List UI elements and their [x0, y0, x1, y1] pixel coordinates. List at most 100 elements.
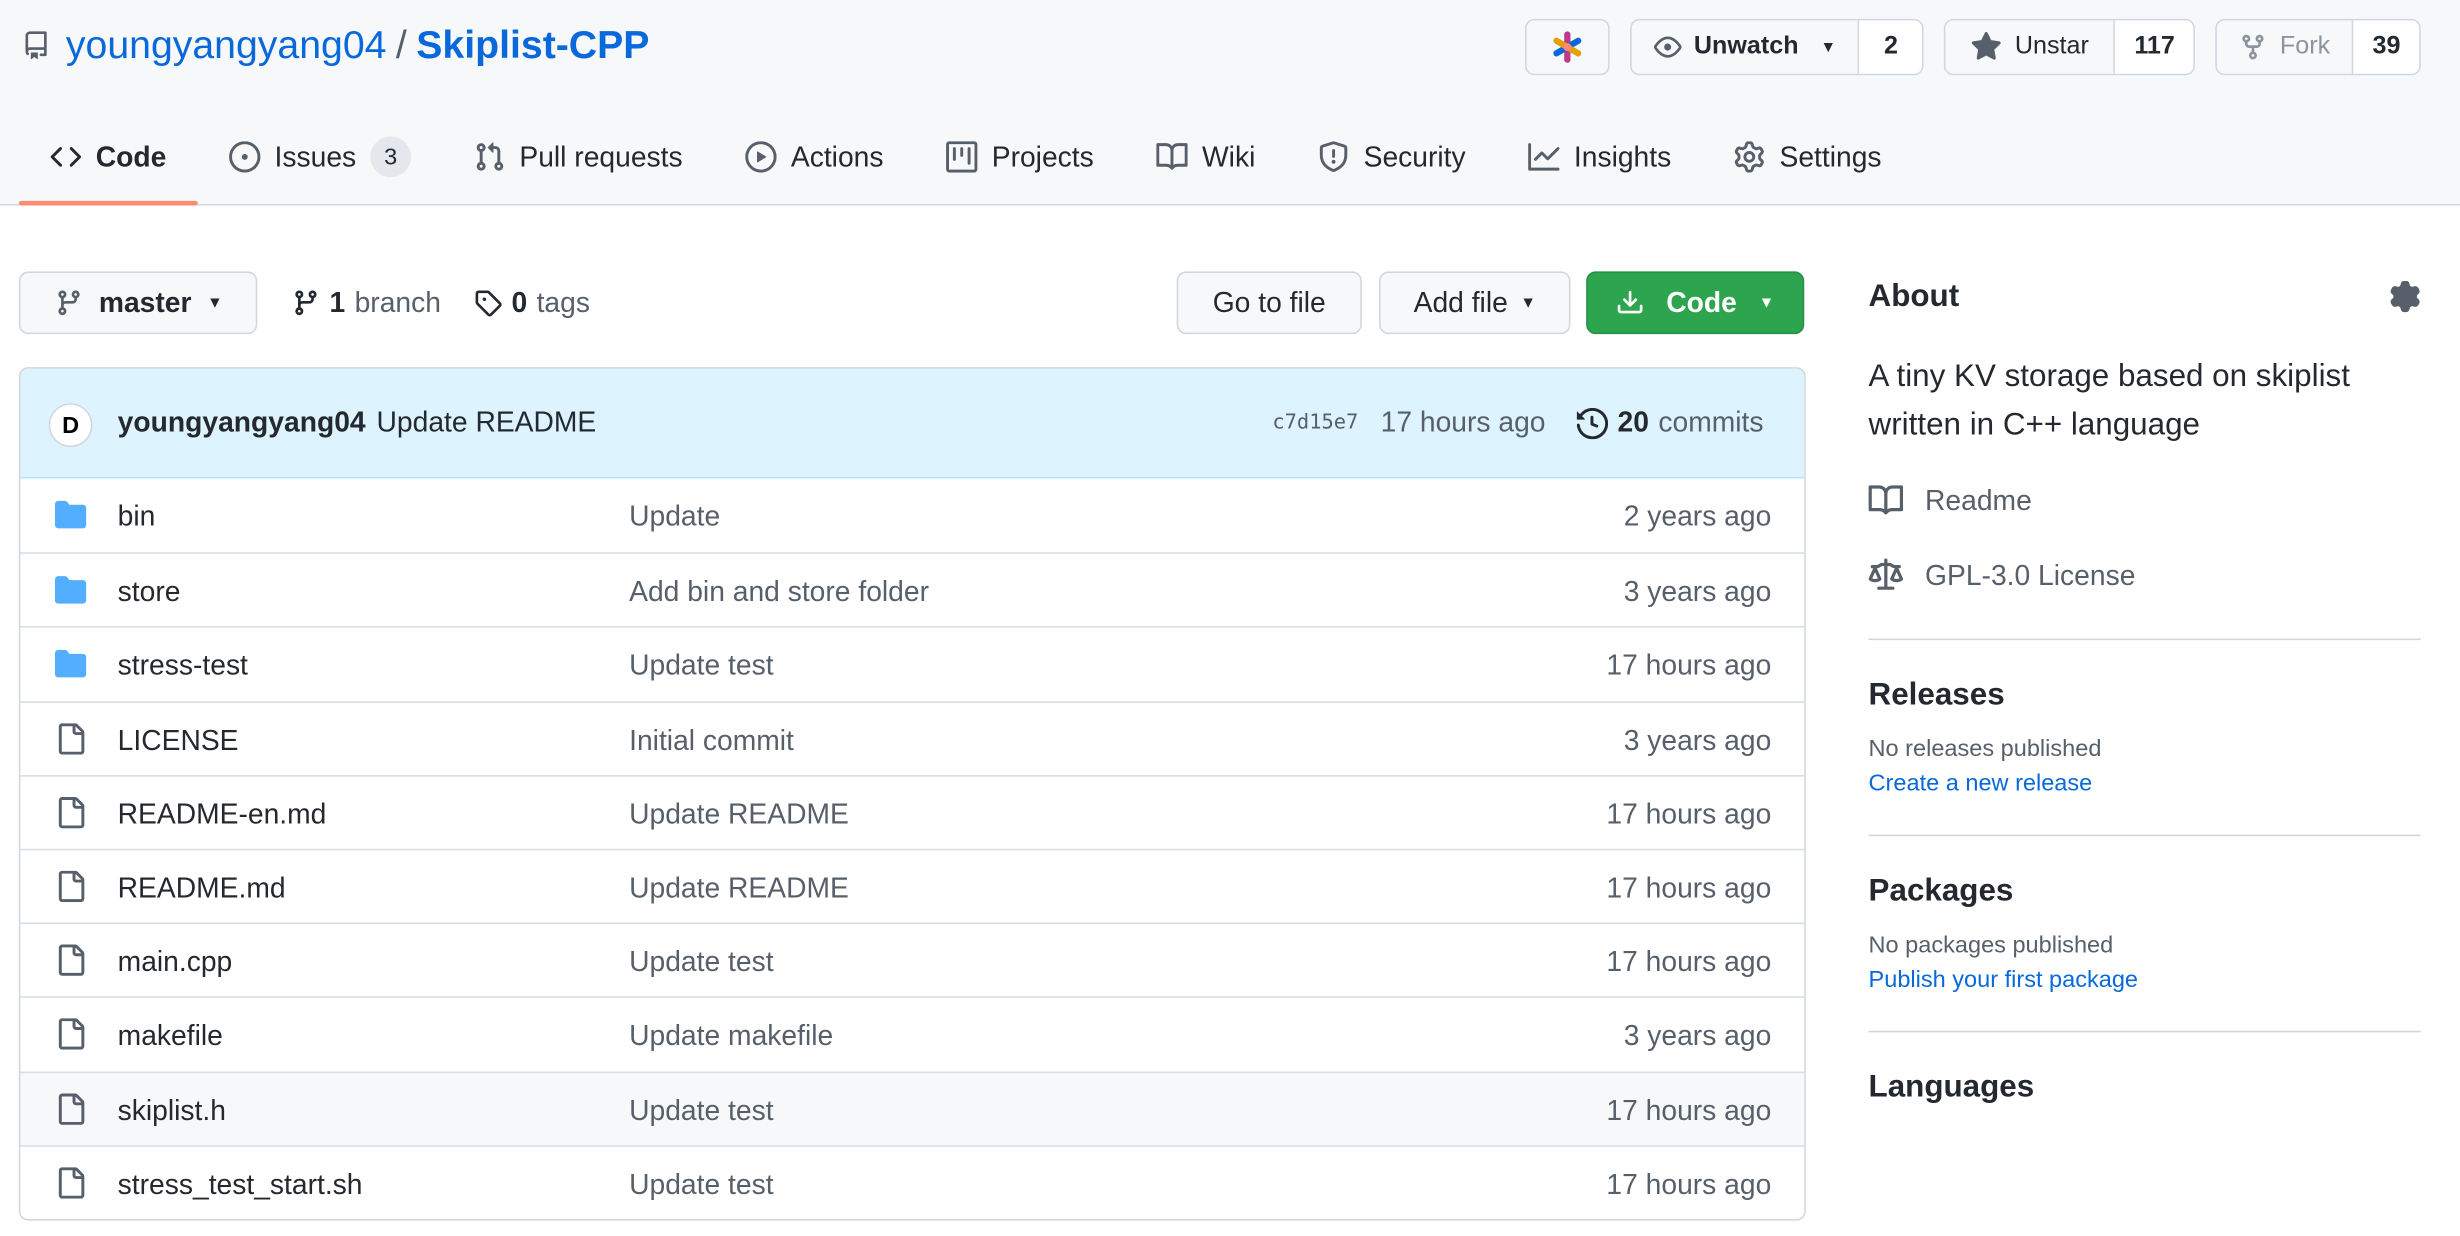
readme-label: Readme: [1925, 484, 2032, 516]
readme-link[interactable]: Readme: [1868, 475, 2421, 525]
fork-label: Fork: [2279, 32, 2331, 60]
file-commit-message[interactable]: Initial commit: [629, 724, 794, 757]
file-commit-message[interactable]: Update README: [629, 872, 849, 905]
tab-actions-label: Actions: [790, 140, 884, 172]
commit-author-link[interactable]: youngyangyang04: [118, 406, 366, 439]
add-file-button[interactable]: Add file ▼: [1379, 271, 1571, 335]
file-name-link[interactable]: store: [118, 576, 181, 609]
repo-name-link[interactable]: Skiplist-CPP: [416, 23, 649, 68]
file-age: 3 years ago: [1623, 724, 1772, 756]
chevron-down-icon: ▼: [1820, 38, 1837, 56]
publish-package-link[interactable]: Publish your first package: [1869, 966, 2421, 993]
tab-settings[interactable]: Settings: [1703, 110, 1913, 204]
tab-wiki-label: Wiki: [1202, 140, 1256, 172]
go-to-file-button[interactable]: Go to file: [1176, 271, 1362, 335]
watch-button-group: Unwatch ▼ 2: [1629, 18, 1924, 76]
file-commit-message[interactable]: Add bin and store folder: [629, 576, 929, 609]
tab-issues[interactable]: Issues 3: [198, 110, 443, 204]
releases-title[interactable]: Releases: [1869, 678, 2421, 714]
file-commit-message[interactable]: Update README: [629, 798, 849, 831]
unwatch-button[interactable]: Unwatch ▼: [1631, 20, 1860, 74]
table-row[interactable]: stress-test Update test 17 hours ago: [20, 626, 1805, 701]
languages-title: Languages: [1868, 1069, 2035, 1105]
star-count[interactable]: 117: [2115, 20, 2194, 74]
fork-count[interactable]: 39: [2353, 20, 2420, 74]
tab-projects-label: Projects: [991, 140, 1094, 172]
owner-link[interactable]: youngyangyang04: [66, 23, 387, 68]
commit-message-link[interactable]: Update README: [377, 406, 597, 439]
packages-title[interactable]: Packages: [1869, 874, 2421, 910]
file-commit-message[interactable]: Update test: [629, 1168, 773, 1201]
table-row[interactable]: makefile Update makefile 3 years ago: [20, 996, 1805, 1071]
file-age: 3 years ago: [1623, 576, 1772, 608]
tag-count: 0: [511, 286, 528, 318]
file-commit-message[interactable]: Update test: [629, 1094, 773, 1127]
sponsor-button[interactable]: [1524, 18, 1610, 76]
file-name-link[interactable]: stress-test: [118, 650, 248, 683]
branches-link[interactable]: 1 branch: [292, 271, 441, 334]
file-icon: [58, 1092, 85, 1125]
repo-nav-tabs: Code Issues 3 Pull requests Actions Proj…: [18, 110, 1913, 206]
watch-count[interactable]: 2: [1859, 20, 1923, 74]
table-row[interactable]: stress_test_start.sh Update test 17 hour…: [20, 1144, 1805, 1219]
table-row[interactable]: store Add bin and store folder 3 years a…: [20, 552, 1805, 627]
table-row[interactable]: bin Update 2 years ago: [20, 479, 1804, 553]
file-commit-message[interactable]: Update: [629, 500, 720, 533]
book-icon: [1156, 143, 1188, 170]
sidebar-divider: [1868, 834, 2421, 837]
file-name-link[interactable]: skiplist.h: [118, 1094, 226, 1127]
avatar-letter: D: [62, 411, 80, 439]
folder-icon: [54, 576, 87, 604]
play-icon: [745, 141, 777, 173]
table-row[interactable]: README.md Update README 17 hours ago: [20, 848, 1805, 923]
table-row[interactable]: LICENSE Initial commit 3 years ago: [20, 700, 1805, 775]
file-name-link[interactable]: LICENSE: [118, 724, 239, 757]
tab-wiki[interactable]: Wiki: [1125, 110, 1287, 204]
tab-code[interactable]: Code: [18, 110, 198, 206]
table-row[interactable]: README-en.md Update README 17 hours ago: [20, 774, 1805, 849]
table-row[interactable]: main.cpp Update test 17 hours ago: [20, 922, 1805, 997]
fork-button[interactable]: Fork: [2217, 20, 2354, 74]
git-branch-icon: [58, 290, 80, 316]
tab-security[interactable]: Security: [1287, 110, 1497, 204]
sparkle-icon: [1552, 31, 1581, 63]
file-icon: [58, 1018, 85, 1051]
gear-icon[interactable]: [2389, 280, 2420, 313]
add-file-label: Add file: [1413, 286, 1508, 318]
download-icon: [1617, 290, 1643, 314]
file-age: 17 hours ago: [1606, 650, 1772, 682]
commit-sha-link[interactable]: c7d15e7: [1272, 411, 1358, 435]
file-commit-message[interactable]: Update test: [629, 650, 773, 683]
unstar-button[interactable]: Unstar: [1946, 20, 2116, 74]
file-name-link[interactable]: README.md: [118, 872, 286, 905]
chevron-down-icon: ▼: [1758, 294, 1775, 312]
star-icon: [1972, 31, 2002, 60]
avatar[interactable]: D: [48, 403, 93, 448]
file-name-link[interactable]: stress_test_start.sh: [118, 1168, 363, 1201]
file-name-link[interactable]: README-en.md: [118, 798, 327, 831]
file-name-link[interactable]: makefile: [118, 1020, 223, 1053]
gear-icon: [1735, 141, 1765, 173]
create-release-link[interactable]: Create a new release: [1869, 770, 2421, 797]
file-commit-message[interactable]: Update test: [629, 946, 773, 979]
license-link[interactable]: GPL-3.0 License: [1868, 551, 2421, 601]
tab-projects[interactable]: Projects: [915, 110, 1125, 204]
repo-title: youngyangyang04 / Skiplist-CPP: [22, 19, 649, 72]
file-name-link[interactable]: main.cpp: [118, 946, 233, 979]
branch-select-button[interactable]: master ▼: [18, 271, 258, 335]
file-age: 17 hours ago: [1606, 1168, 1772, 1200]
repo-description: A tiny KV storage based on skiplist writ…: [1868, 359, 2350, 443]
table-row[interactable]: skiplist.h Update test 17 hours ago: [20, 1070, 1805, 1145]
chevron-down-icon: ▼: [1520, 294, 1536, 312]
tab-actions[interactable]: Actions: [714, 110, 915, 204]
tags-link[interactable]: 0 tags: [474, 271, 590, 334]
code-download-button[interactable]: Code ▼: [1586, 271, 1805, 335]
tab-insights[interactable]: Insights: [1497, 110, 1703, 204]
tab-pull-requests[interactable]: Pull requests: [442, 110, 714, 204]
law-icon: [1868, 558, 1904, 590]
commits-link[interactable]: 20 commits: [1576, 406, 1763, 439]
repo-icon: [25, 31, 47, 60]
issues-counter: 3: [370, 136, 412, 178]
file-name-link[interactable]: bin: [118, 500, 156, 533]
file-commit-message[interactable]: Update makefile: [629, 1020, 833, 1053]
